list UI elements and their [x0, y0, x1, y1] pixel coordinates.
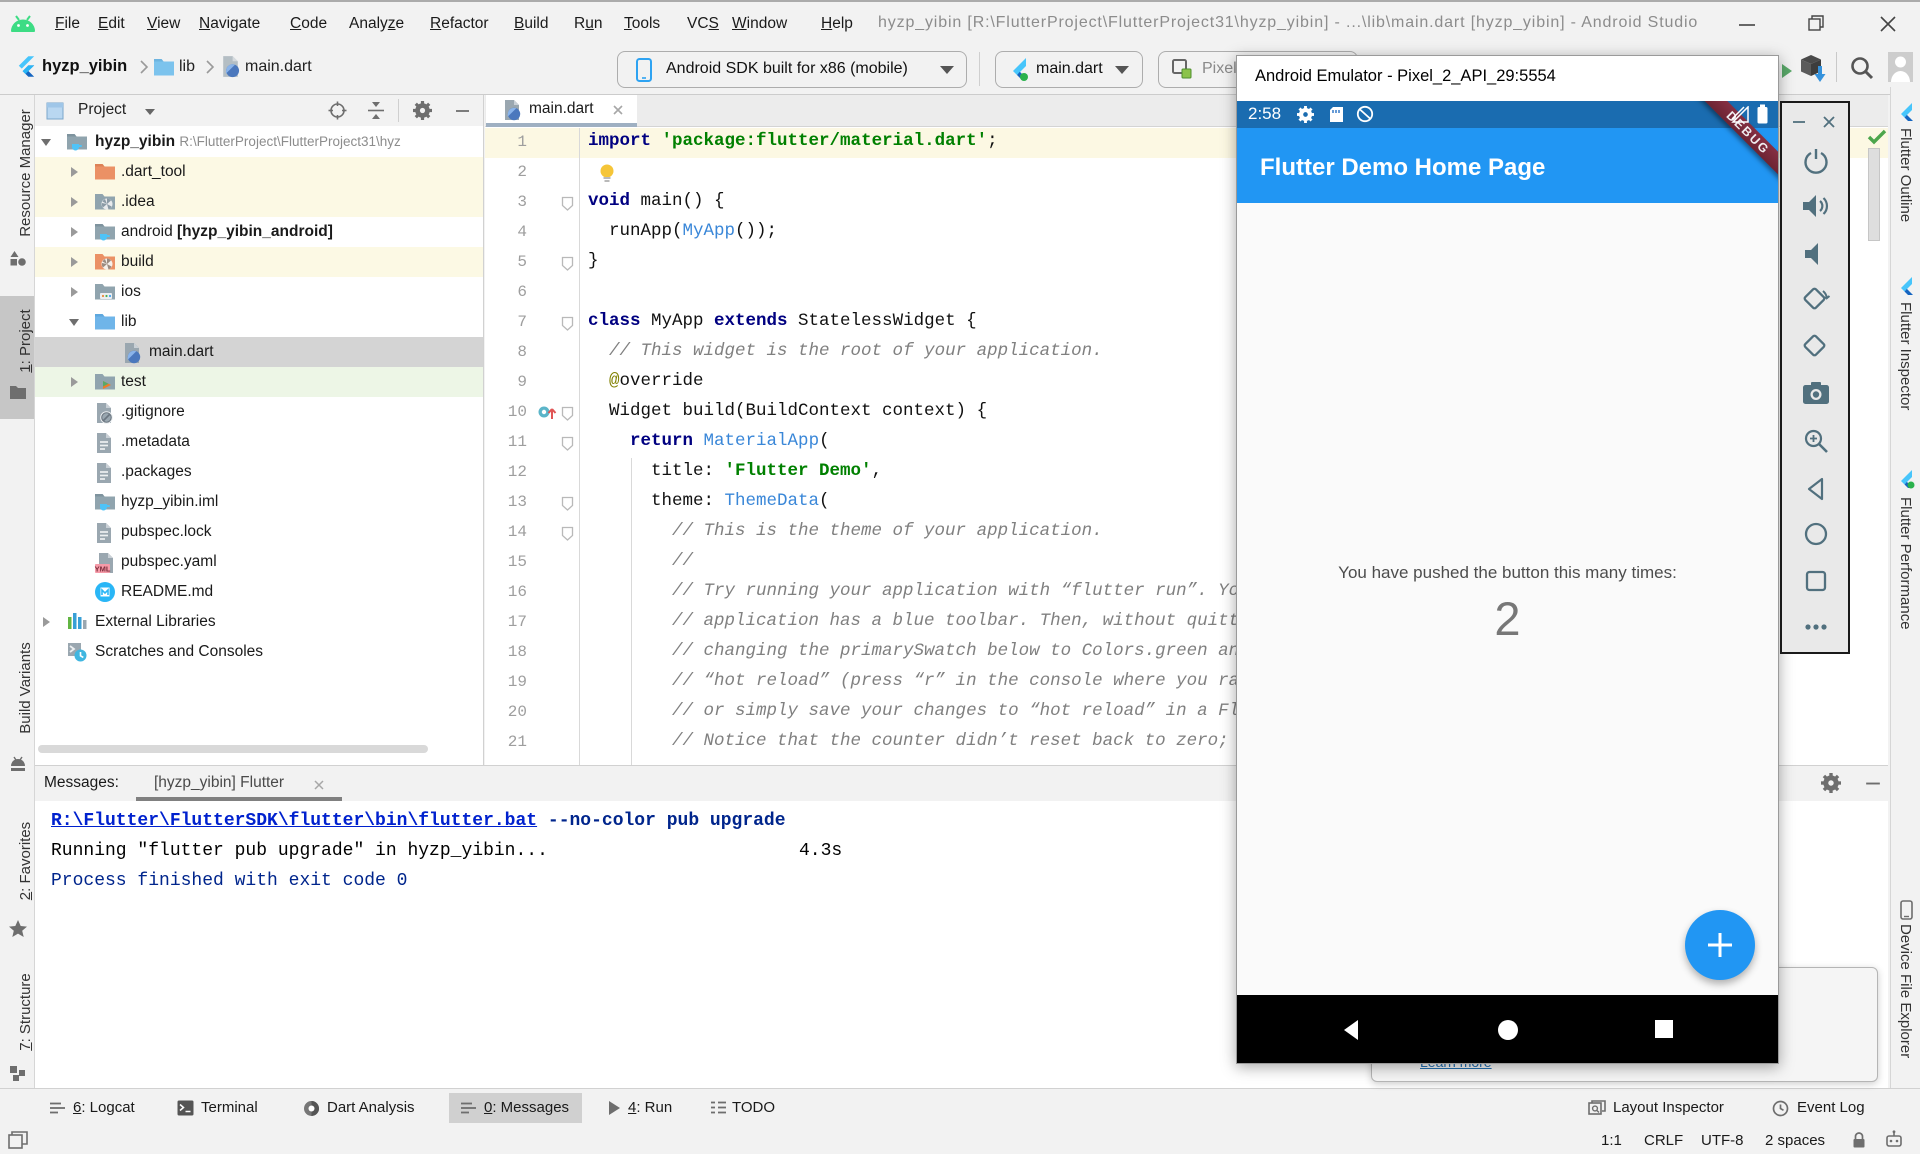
svg-text:YML: YML	[95, 565, 111, 574]
